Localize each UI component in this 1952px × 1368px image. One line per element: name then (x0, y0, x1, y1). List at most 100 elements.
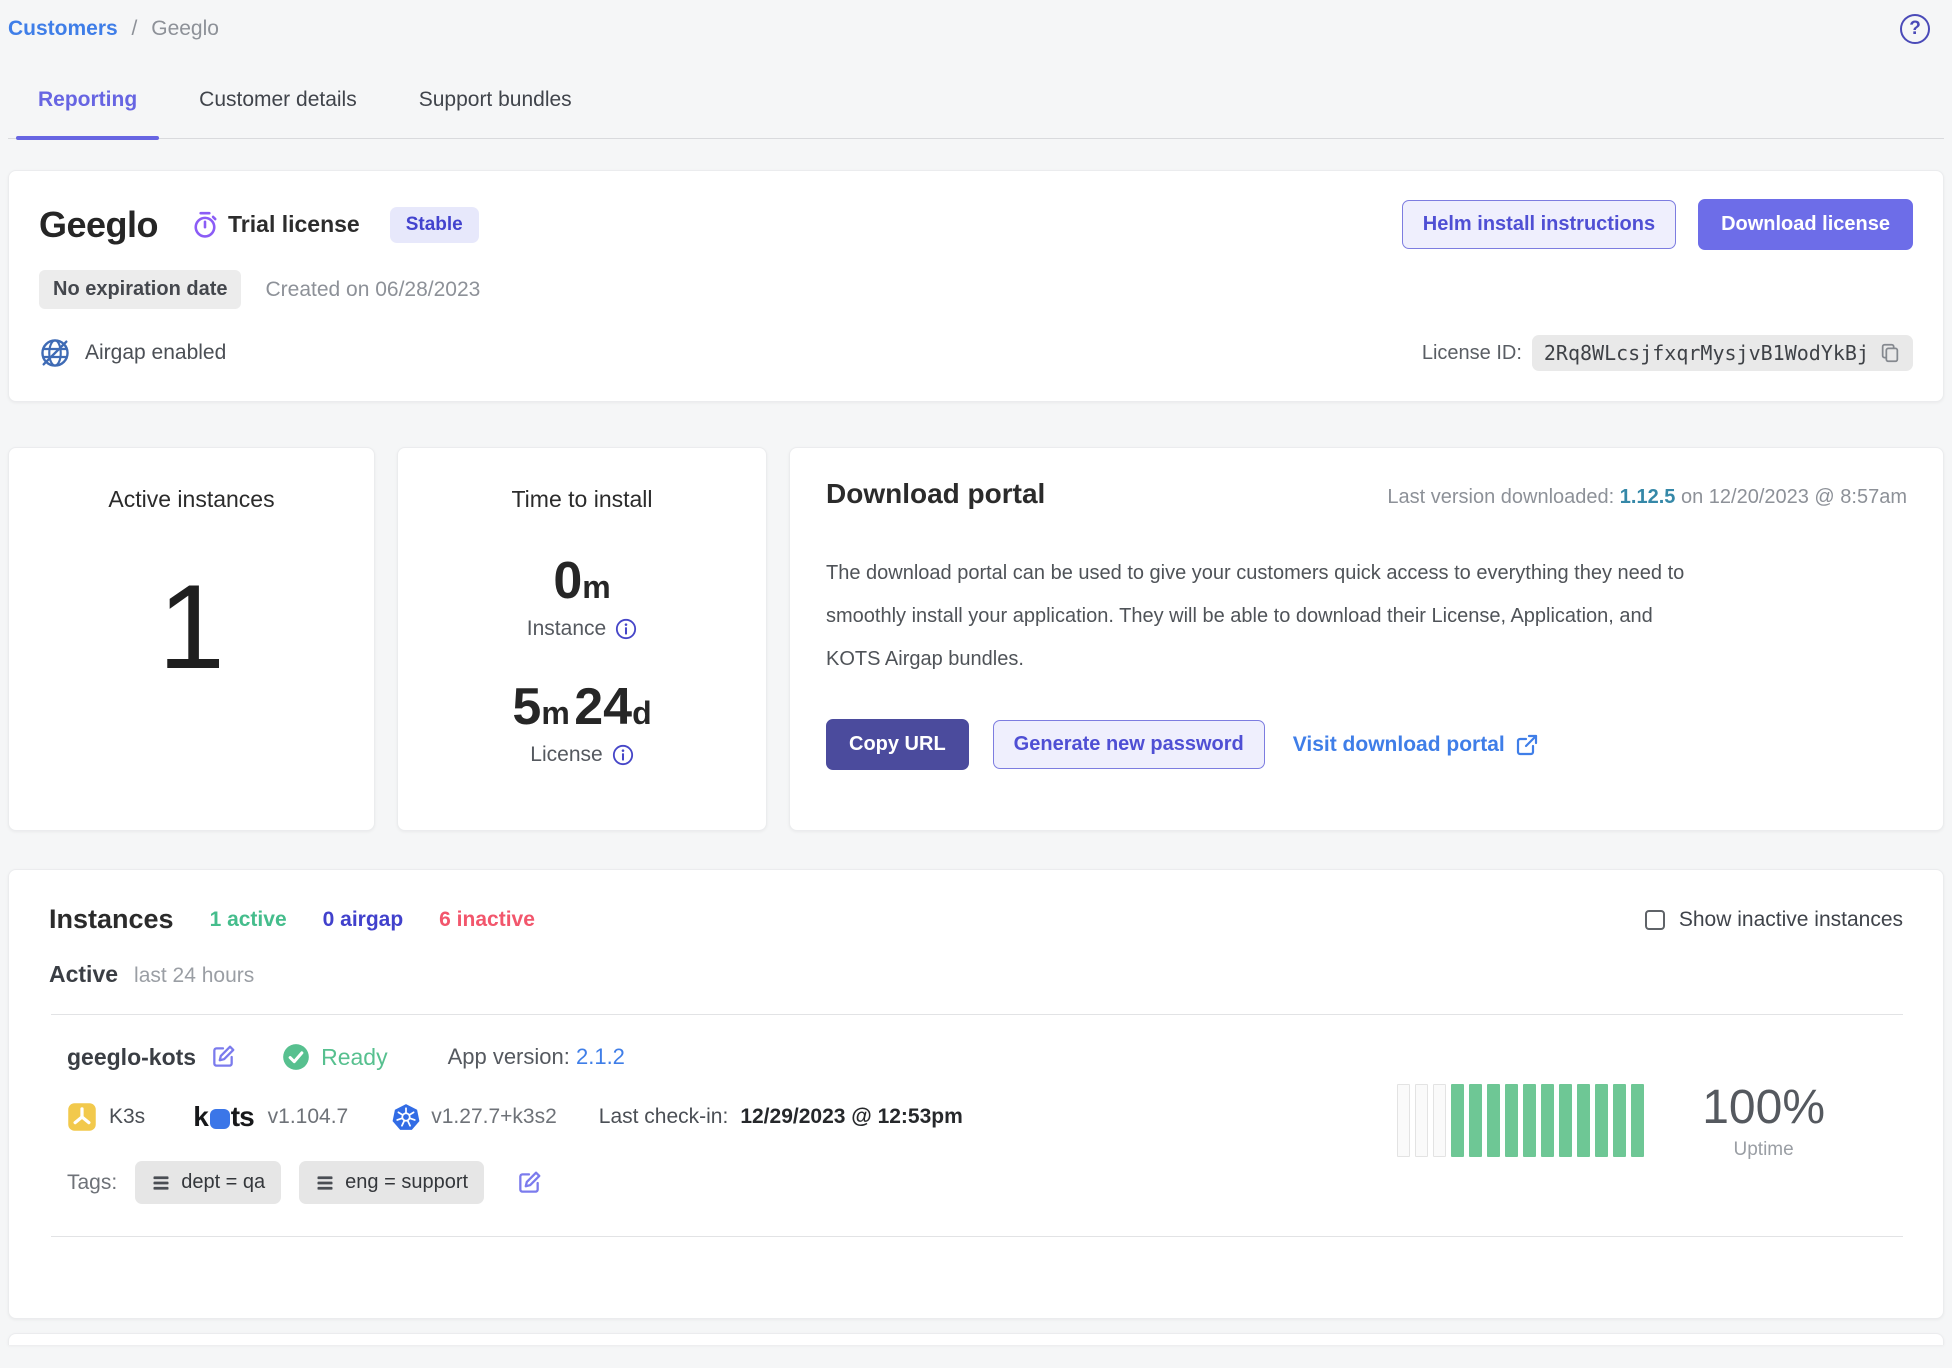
app-version-link[interactable]: 2.1.2 (576, 1044, 625, 1069)
show-inactive-label: Show inactive instances (1679, 908, 1903, 932)
last-checkin-value: 12/29/2023 @ 12:53pm (740, 1105, 962, 1129)
channel-badge: Stable (390, 207, 479, 243)
uptime-bar-empty (1415, 1084, 1428, 1157)
divider (51, 1236, 1903, 1237)
uptime-bar-filled (1577, 1084, 1590, 1157)
instances-title: Instances (49, 904, 174, 935)
uptime-bar-empty (1433, 1084, 1446, 1157)
show-inactive-checkbox[interactable] (1645, 910, 1665, 930)
active-count-filter[interactable]: 1 active (210, 908, 287, 932)
info-icon[interactable] (612, 744, 634, 766)
tab-customer-details[interactable]: Customer details (177, 82, 379, 138)
uptime-bar-filled (1451, 1084, 1464, 1157)
download-portal-description: The download portal can be used to give … (826, 552, 1706, 681)
airgap-enabled: Airgap enabled (39, 337, 226, 369)
uptime-bar-filled (1559, 1084, 1572, 1157)
last-version-downloaded: Last version downloaded: 1.12.5 on 12/20… (1387, 486, 1907, 509)
active-instances-count: 1 (158, 567, 225, 687)
timer-icon (192, 211, 218, 239)
active-instances-title: Active instances (108, 486, 274, 513)
uptime-bar-filled (1541, 1084, 1554, 1157)
license-install-label: License (530, 743, 633, 767)
breadcrumb-current: Geeglo (151, 17, 219, 40)
uptime-bar-filled (1613, 1084, 1626, 1157)
uptime-label: Uptime (1702, 1139, 1825, 1161)
breadcrumb: Customers / Geeglo (8, 17, 219, 41)
uptime-bar-filled (1487, 1084, 1500, 1157)
time-to-install-title: Time to install (511, 486, 652, 513)
airgap-enabled-label: Airgap enabled (85, 341, 226, 365)
instance-status: Ready (282, 1043, 387, 1071)
tab-bar: Reporting Customer details Support bundl… (8, 82, 1944, 139)
uptime-panel: 100% Uptime (1397, 1080, 1825, 1161)
tag-badge[interactable]: eng = support (299, 1161, 484, 1204)
tag-lines-icon (315, 1173, 335, 1193)
license-id-value: 2Rq8WLcsjfxqrMysjvB1WodYkBj (1532, 335, 1913, 371)
instance-row: geeglo-kots Ready (49, 1015, 1903, 1204)
tab-support-bundles[interactable]: Support bundles (397, 82, 594, 138)
kots-logo-o (210, 1109, 230, 1129)
expiration-badge: No expiration date (39, 270, 241, 309)
breadcrumb-separator: / (124, 17, 146, 40)
airgap-globe-icon (39, 337, 71, 369)
download-portal-title: Download portal (826, 478, 1045, 510)
instance-name: geeglo-kots (67, 1044, 196, 1071)
help-icon[interactable] (1900, 14, 1930, 44)
instance-install-label: Instance (527, 617, 637, 641)
tag-badge[interactable]: dept = qa (135, 1161, 281, 1204)
license-id-label: License ID: (1422, 342, 1522, 365)
instances-card: Instances 1 active 0 airgap 6 inactive S… (8, 869, 1944, 1319)
uptime-bar-filled (1595, 1084, 1608, 1157)
external-link-icon (1515, 733, 1539, 757)
time-to-install-card: Time to install 0m Instance 5m 24d Licen… (397, 447, 767, 831)
active-instances-card: Active instances 1 (8, 447, 375, 831)
uptime-bar-filled (1523, 1084, 1536, 1157)
last-version-link[interactable]: 1.12.5 (1620, 486, 1676, 508)
breadcrumb-customers-link[interactable]: Customers (8, 17, 118, 40)
uptime-bars (1397, 1084, 1644, 1157)
airgap-count-filter[interactable]: 0 airgap (323, 908, 404, 932)
active-section-sublabel: last 24 hours (134, 964, 254, 988)
last-checkin-label: Last check-in: (599, 1105, 729, 1129)
uptime-value: 100% (1702, 1080, 1825, 1135)
inactive-count-filter[interactable]: 6 inactive (439, 908, 535, 932)
kots-version: v1.104.7 (268, 1105, 349, 1129)
customer-name: Geeglo (39, 204, 158, 246)
helm-install-instructions-button[interactable]: Helm install instructions (1402, 200, 1676, 249)
uptime-bar-filled (1505, 1084, 1518, 1157)
distribution-label: K3s (109, 1105, 145, 1129)
generate-new-password-button[interactable]: Generate new password (993, 720, 1265, 769)
instance-status-label: Ready (321, 1044, 387, 1071)
uptime-bar-filled (1631, 1084, 1644, 1157)
license-type-label: Trial license (228, 211, 360, 238)
ready-check-icon (282, 1043, 310, 1071)
copy-icon[interactable] (1879, 342, 1901, 364)
kubernetes-icon (392, 1103, 420, 1131)
distribution: K3s (67, 1102, 145, 1132)
edit-tags-icon[interactable] (516, 1170, 542, 1196)
download-license-button[interactable]: Download license (1698, 199, 1913, 250)
tag-lines-icon (151, 1173, 171, 1193)
metrics-row: Active instances 1 Time to install 0m In… (8, 447, 1944, 831)
kubernetes-version: v1.27.7+k3s2 (392, 1103, 557, 1131)
tags-label: Tags: (67, 1171, 117, 1195)
info-icon[interactable] (615, 618, 637, 640)
instance-install-time: 0m (553, 555, 610, 607)
edit-instance-name-icon[interactable] (210, 1044, 236, 1070)
visit-download-portal-link[interactable]: Visit download portal (1293, 733, 1539, 757)
customer-reporting-page: Customers / Geeglo Reporting Customer de… (0, 0, 1952, 1345)
license-install-time: 5m 24d (512, 681, 651, 733)
active-section-label: Active (49, 961, 118, 988)
license-type: Trial license (192, 211, 360, 239)
copy-url-button[interactable]: Copy URL (826, 719, 969, 770)
app-version: App version: 2.1.2 (448, 1044, 625, 1070)
uptime-bar-filled (1469, 1084, 1482, 1157)
topbar: Customers / Geeglo (8, 0, 1944, 44)
kots-logo: k ts (193, 1101, 253, 1133)
k3s-icon (67, 1102, 97, 1132)
uptime-bar-empty (1397, 1084, 1410, 1157)
created-on-text: Created on 06/28/2023 (265, 278, 480, 302)
license-summary-card: Geeglo Trial license Stable Helm install… (8, 170, 1944, 402)
next-card-edge (8, 1333, 1944, 1345)
tab-reporting[interactable]: Reporting (16, 82, 159, 138)
